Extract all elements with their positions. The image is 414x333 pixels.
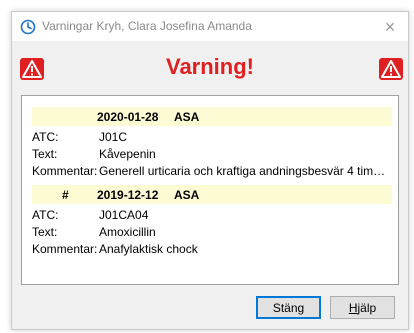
warnings-dialog: Varningar Kryh, Clara Josefina Amanda × … — [11, 11, 409, 330]
text-row: Text: Kåvepenin — [32, 147, 392, 163]
warnings-list[interactable]: 2020-01-28 ASA ATC: J01C Text: Kåvepenin… — [21, 95, 399, 285]
comment-row: Kommentar: Generell urticaria och krafti… — [32, 164, 392, 180]
comment-value: Generell urticaria och kraftiga andnings… — [99, 164, 392, 178]
comment-row: Kommentar: Anafylaktisk chock — [32, 242, 392, 258]
text-value: Amoxicillin — [99, 225, 156, 239]
entry-type: ASA — [174, 110, 200, 124]
timer-icon — [20, 19, 36, 35]
entry-date: 2020-01-28 — [97, 110, 159, 124]
comment-label: Kommentar: — [32, 164, 98, 178]
atc-value: J01CA04 — [99, 208, 149, 222]
text-label: Text: — [32, 225, 58, 239]
text-value: Kåvepenin — [99, 147, 156, 161]
warning-heading: Varning! — [165, 54, 254, 79]
close-button-label: Stäng — [272, 300, 305, 315]
entry-header: 2020-01-28 ASA — [32, 107, 392, 126]
atc-row: ATC: J01C — [32, 130, 392, 146]
entry-header: # 2019-12-12 ASA — [32, 185, 392, 204]
entry-marker: # — [62, 188, 69, 202]
help-button-label: Hjälp — [348, 300, 377, 315]
atc-label: ATC: — [32, 130, 59, 144]
window-title: Varningar Kryh, Clara Josefina Amanda — [42, 19, 252, 33]
atc-value: J01C — [99, 130, 128, 144]
entry-type: ASA — [174, 188, 200, 202]
comment-label: Kommentar: — [32, 242, 98, 256]
atc-row: ATC: J01CA04 — [32, 208, 392, 224]
title-bar: Varningar Kryh, Clara Josefina Amanda × — [12, 12, 408, 41]
comment-value: Anafylaktisk chock — [99, 242, 198, 256]
help-button[interactable]: Hjälp — [330, 296, 395, 319]
text-label: Text: — [32, 147, 58, 161]
warning-icon — [379, 58, 403, 80]
close-button[interactable]: Stäng — [256, 296, 321, 319]
close-icon[interactable]: × — [372, 12, 408, 41]
atc-label: ATC: — [32, 208, 59, 222]
entry-date: 2019-12-12 — [97, 188, 159, 202]
text-row: Text: Amoxicillin — [32, 225, 392, 241]
